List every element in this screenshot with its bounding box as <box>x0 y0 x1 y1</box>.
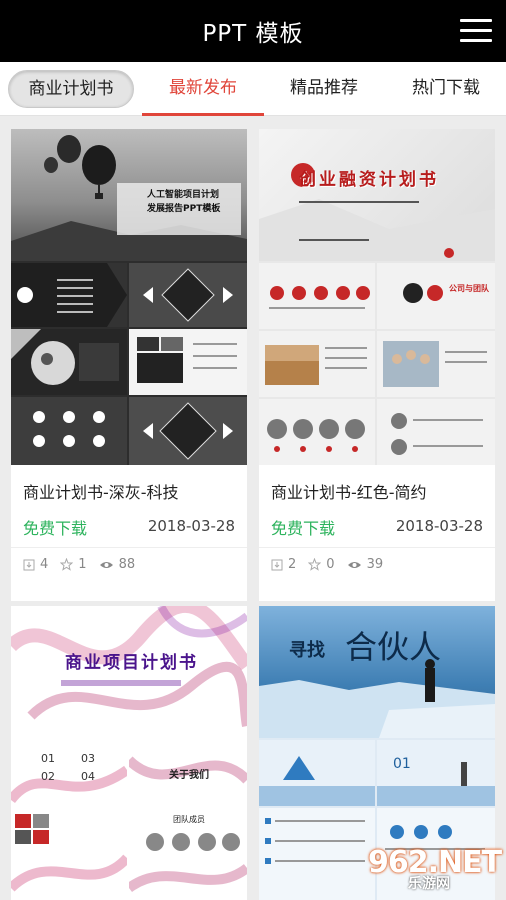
slide <box>11 329 127 395</box>
cover-title: 商业项目计划书 <box>65 653 198 673</box>
top-bar: PPT 模板 <box>0 0 506 62</box>
slide <box>377 399 495 465</box>
template-name[interactable]: 商业计划书-深灰-科技 <box>23 479 179 503</box>
template-thumbnail[interactable]: 商业项目计划书 01 02 03 04 关于我们 团队成员 <box>11 606 247 900</box>
star-icon <box>308 558 322 571</box>
slide-subtitle: 团队成员 <box>173 815 205 824</box>
slide <box>129 397 247 465</box>
cover-slide: 寻找 合伙人 <box>259 606 495 738</box>
cover-subtitle: 发展报告PPT模板 <box>147 204 221 214</box>
download-icon <box>23 559 35 570</box>
free-download-link[interactable]: 免费下载 <box>23 515 87 539</box>
slide: 01 02 03 04 <box>11 740 127 806</box>
divider <box>259 547 495 548</box>
download-count: 2 <box>288 557 297 572</box>
cover-slide: 创业融资计划书 <box>259 129 495 261</box>
slide <box>377 331 495 397</box>
cover-title: 合伙人 <box>345 628 442 666</box>
divider <box>11 547 247 548</box>
eye-icon <box>99 561 113 568</box>
publish-date: 2018-03-28 <box>395 517 483 535</box>
site-watermark-logo: 962.NET 乐游网 <box>368 845 502 892</box>
slide <box>259 399 375 465</box>
slide <box>11 263 127 327</box>
slide: 01 <box>377 740 495 806</box>
template-stats: 4 1 88 <box>23 557 147 572</box>
template-card[interactable]: 人工智能项目计划 发展报告PPT模板 商业计划书-深灰-科技 免费下载 2018… <box>11 129 247 601</box>
cover-title: 人工智能项目计划 <box>147 190 220 200</box>
menu-icon[interactable] <box>460 18 492 44</box>
free-download-link[interactable]: 免费下载 <box>271 515 335 539</box>
eye-icon <box>347 561 361 568</box>
star-count: 1 <box>78 557 87 572</box>
slide <box>259 263 375 329</box>
svg-text:04: 04 <box>81 770 95 783</box>
template-thumbnail[interactable]: 创业融资计划书 公司与团队 <box>259 129 495 465</box>
tab-business-plan[interactable]: 商业计划书 <box>8 70 134 108</box>
slide: 关于我们 <box>129 740 247 806</box>
template-card[interactable]: 商业项目计划书 01 02 03 04 关于我们 团队成员 <box>11 606 247 900</box>
slide <box>129 329 247 395</box>
template-card[interactable]: 创业融资计划书 公司与团队 商业计划书-红色-简约 免费下载 2018-03-2… <box>259 129 495 601</box>
svg-text:02: 02 <box>41 770 55 783</box>
page-number: 01 <box>393 756 411 772</box>
template-grid: 人工智能项目计划 发展报告PPT模板 商业计划书-深灰-科技 免费下载 2018… <box>0 117 506 900</box>
slide <box>259 808 375 900</box>
download-count: 4 <box>40 557 49 572</box>
template-stats: 2 0 39 <box>271 557 395 572</box>
category-tabs: 商业计划书 最新发布 精品推荐 热门下载 <box>0 62 506 116</box>
slide <box>11 808 127 900</box>
cover-title: 创业融资计划书 <box>299 170 439 190</box>
slide: 团队成员 <box>129 808 247 900</box>
cover-word: 寻找 <box>289 640 325 661</box>
cover-slide: 人工智能项目计划 发展报告PPT模板 <box>11 129 247 261</box>
tab-featured[interactable]: 精品推荐 <box>264 62 384 116</box>
section-title: 公司与团队 <box>449 284 489 293</box>
svg-text:03: 03 <box>81 752 95 765</box>
slide <box>259 331 375 397</box>
download-icon <box>271 559 283 570</box>
view-count: 39 <box>366 557 384 572</box>
watermark-site: 乐游网 <box>408 876 450 892</box>
star-icon <box>60 558 74 571</box>
publish-date: 2018-03-28 <box>147 517 235 535</box>
page-title: PPT 模板 <box>202 21 304 47</box>
star-count: 0 <box>326 557 335 572</box>
slide: 公司与团队 <box>377 263 495 329</box>
slide <box>129 263 247 327</box>
template-name[interactable]: 商业计划书-红色-简约 <box>271 479 427 503</box>
svg-text:01: 01 <box>41 752 55 765</box>
cover-slide: 商业项目计划书 <box>11 606 247 738</box>
template-thumbnail[interactable]: 人工智能项目计划 发展报告PPT模板 <box>11 129 247 465</box>
tab-hot-downloads[interactable]: 热门下载 <box>386 62 506 116</box>
tab-latest[interactable]: 最新发布 <box>142 62 264 116</box>
slide <box>259 740 375 806</box>
view-count: 88 <box>118 557 136 572</box>
section-title: 关于我们 <box>169 770 209 781</box>
slide <box>11 397 127 465</box>
